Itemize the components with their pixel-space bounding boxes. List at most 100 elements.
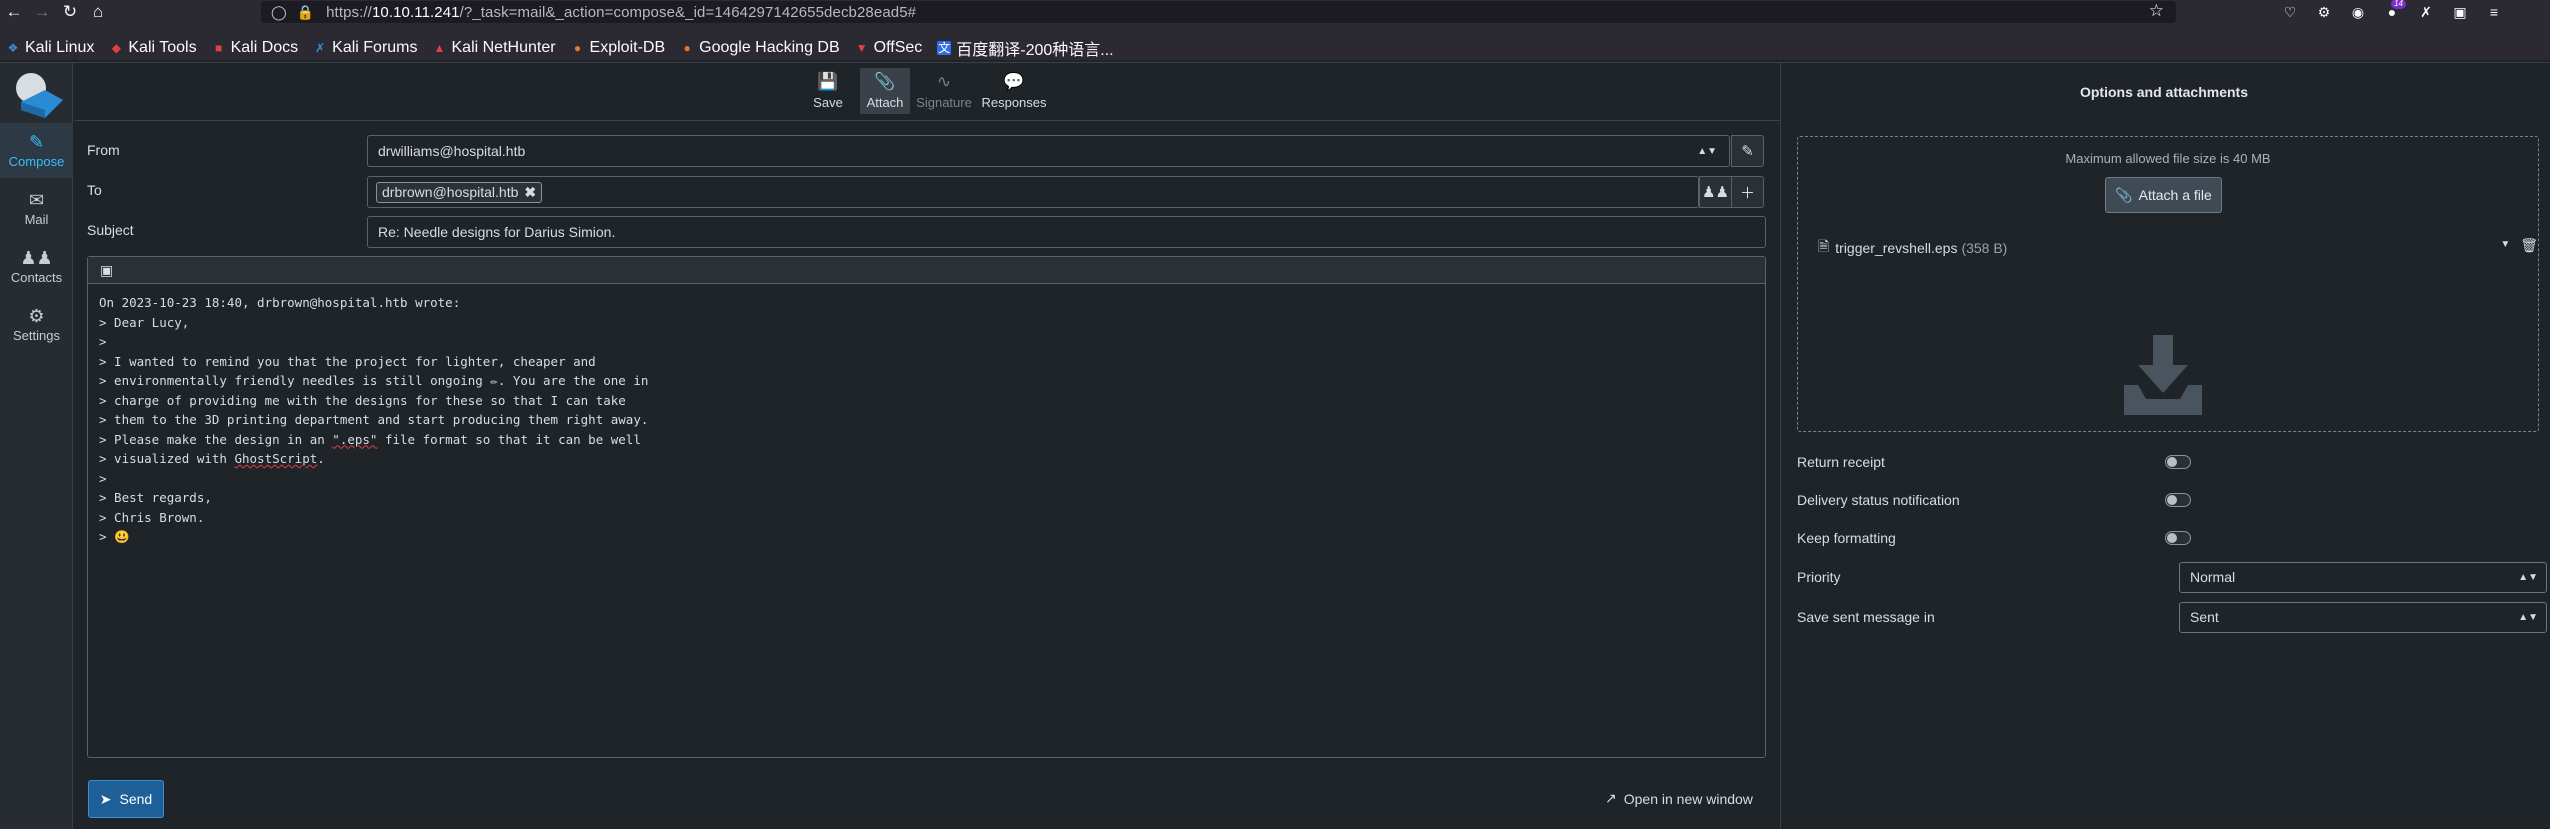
- edit-identity-button[interactable]: ✎: [1731, 135, 1764, 167]
- paperclip-icon: 📎: [2115, 186, 2133, 203]
- body-line: > visualized with GhostScript.: [99, 451, 325, 466]
- caret-down-icon[interactable]: ▼: [2500, 237, 2510, 254]
- bookmark-offsec[interactable]: ▼ OffSec: [855, 39, 923, 57]
- bookmark-kali-nethunter[interactable]: ▲ Kali NetHunter: [433, 39, 556, 57]
- body-line: > them to the 3D printing department and…: [99, 412, 649, 427]
- address-bar[interactable]: ◯ 🔒 https://10.10.11.241/?_task=mail&_ac…: [261, 1, 2176, 23]
- url-text[interactable]: https://10.10.11.241/?_task=mail&_action…: [326, 4, 916, 21]
- menu-icon[interactable]: ≡: [2484, 2, 2504, 22]
- attach-button[interactable]: 📎 Attach: [860, 68, 910, 114]
- save-button[interactable]: 💾 Save: [803, 68, 853, 114]
- forward-arrow-icon[interactable]: →: [28, 0, 56, 24]
- save-sent-select[interactable]: Sent ▲▼: [2179, 601, 2547, 633]
- container-icon[interactable]: ◉: [2348, 2, 2368, 22]
- bookmark-kali-forums[interactable]: ✗ Kali Forums: [313, 39, 417, 57]
- sidebar-item-label: Contacts: [10, 269, 63, 285]
- bookmark-exploit-db[interactable]: ● Exploit-DB: [571, 39, 665, 57]
- subject-input[interactable]: Re: Needle designs for Darius Simion.: [367, 216, 1766, 248]
- roundcube-logo: [16, 73, 63, 118]
- keep-formatting-row: Keep formatting: [1797, 523, 2539, 553]
- nethunter-icon: ▲: [433, 41, 446, 55]
- message-body[interactable]: On 2023-10-23 18:40, drbrown@hospital.ht…: [88, 284, 1765, 556]
- paper-plane-icon: ➤: [99, 790, 112, 807]
- responses-button[interactable]: 💬 Responses: [979, 68, 1049, 114]
- recipient-chip[interactable]: drbrown@hospital.htb ✖: [376, 181, 543, 203]
- add-header-button[interactable]: ＋: [1731, 176, 1764, 208]
- delivery-status-row: Delivery status notification: [1797, 485, 2539, 515]
- tools-icon[interactable]: ✗: [2416, 2, 2436, 22]
- extension-icon[interactable]: ⚙: [2314, 2, 2334, 22]
- bookmark-baidu-translate[interactable]: 文百度翻译-200种语言...: [937, 36, 1114, 60]
- pocket-icon[interactable]: ♡: [2280, 2, 2300, 22]
- select-arrows-icon: ▲▼: [1697, 145, 1717, 157]
- bookmark-google-hacking-db[interactable]: ● Google Hacking DB: [680, 39, 840, 57]
- kali-docs-icon: ■: [214, 41, 223, 55]
- body-line: > Dear Lucy,: [99, 314, 190, 330]
- pencil-icon: ✎: [1741, 143, 1754, 160]
- webmail-app: ✎ Compose ✉ Mail ♟♟ Contacts ⚙ Settings …: [0, 62, 2550, 829]
- shield-icon[interactable]: ◯: [271, 4, 287, 21]
- account-icon[interactable]: ● 14: [2382, 0, 2406, 22]
- image-icon[interactable]: ▣: [100, 262, 113, 279]
- options-panel: Options and attachments Maximum allowed …: [1780, 63, 2550, 829]
- file-icon: 🗎: [1818, 238, 1830, 254]
- users-icon: ♟♟: [20, 247, 53, 268]
- bookmark-kali-tools[interactable]: ◆ Kali Tools: [109, 39, 197, 57]
- attachment-item[interactable]: 🗎 trigger_revshell.eps (358 B) ▼ 🗑: [1818, 237, 2538, 259]
- body-line: > 😃: [99, 529, 130, 544]
- attach-file-button[interactable]: 📎 Attach a file: [2105, 177, 2222, 213]
- to-field[interactable]: drbrown@hospital.htb ✖: [367, 176, 1699, 208]
- attachment-size: (358 B): [1961, 240, 2008, 256]
- bookmark-kali-docs[interactable]: ■ Kali Docs: [212, 39, 298, 57]
- message-editor[interactable]: ▣ On 2023-10-23 18:40, drbrown@hospital.…: [87, 256, 1766, 758]
- attachment-name: trigger_revshell.eps: [1835, 240, 1958, 256]
- to-label: To: [87, 182, 102, 198]
- lock-icon[interactable]: 🔒: [297, 4, 314, 21]
- envelope-icon: ✉: [28, 189, 45, 210]
- open-in-new-window-link[interactable]: ↗ Open in new window: [1605, 790, 1753, 807]
- body-line: > Please make the design in an ".eps" fi…: [99, 431, 641, 447]
- bookmark-kali-linux[interactable]: ❖ Kali Linux: [6, 39, 95, 57]
- priority-row: Priority Normal ▲▼: [1797, 561, 2547, 593]
- select-arrows-icon: ▲▼: [2518, 571, 2538, 583]
- from-select[interactable]: drwilliams@hospital.htb ▲▼: [367, 135, 1730, 167]
- users-icon: ♟♟: [1702, 184, 1729, 201]
- body-line: >: [99, 334, 107, 349]
- return-receipt-toggle[interactable]: [2165, 455, 2191, 469]
- back-arrow-icon[interactable]: ←: [0, 0, 28, 24]
- return-receipt-row: Return receipt: [1797, 447, 2539, 477]
- bookmarks-bar: ❖ Kali Linux ◆ Kali Tools ■ Kali Docs ✗ Kali…: [0, 36, 2550, 60]
- from-label: From: [87, 142, 120, 158]
- reload-icon[interactable]: ↻: [56, 0, 84, 24]
- offsec-icon: ▼: [855, 41, 868, 55]
- delivery-status-toggle[interactable]: [2165, 493, 2191, 507]
- sidebar-item-settings[interactable]: ⚙ Settings: [0, 297, 73, 352]
- sidebar-item-mail[interactable]: ✉ Mail: [0, 181, 73, 236]
- keep-formatting-toggle[interactable]: [2165, 531, 2191, 545]
- options-title: Options and attachments: [2079, 84, 2249, 100]
- signature-icon: ∿: [936, 71, 952, 91]
- send-button[interactable]: ➤ Send: [88, 780, 164, 818]
- sidebar-item-label: Settings: [13, 327, 60, 343]
- speech-bubble-icon: 💬: [1003, 71, 1025, 91]
- body-line: > Best regards,: [99, 490, 212, 505]
- bookmark-star-icon[interactable]: ☆: [2149, 1, 2164, 21]
- sidebar-item-compose[interactable]: ✎ Compose: [0, 123, 73, 178]
- ghdb-icon: ●: [683, 41, 691, 55]
- editor-toolbar: ▣: [88, 257, 1765, 284]
- attachment-dropzone[interactable]: Maximum allowed file size is 40 MB 📎 Att…: [1797, 136, 2539, 432]
- sidebar-item-contacts[interactable]: ♟♟ Contacts: [0, 239, 73, 294]
- floppy-disk-icon: 💾: [817, 71, 839, 91]
- remove-recipient-icon[interactable]: ✖: [524, 184, 536, 201]
- signature-button[interactable]: ∿ Signature: [913, 68, 975, 114]
- trash-icon[interactable]: 🗑: [2520, 237, 2538, 254]
- body-line: > Chris Brown.: [99, 509, 205, 525]
- priority-select[interactable]: Normal ▲▼: [2179, 561, 2547, 593]
- save-sent-row: Save sent message in Sent ▲▼: [1797, 601, 2547, 633]
- toolbar-gap: [0, 24, 2550, 36]
- home-icon[interactable]: ⌂: [84, 0, 112, 24]
- body-line: > I wanted to remind you that the projec…: [99, 353, 596, 369]
- extensions-puzzle-icon[interactable]: ▣: [2450, 2, 2470, 22]
- browser-extensions: ♡ ⚙ ◉ ● 14 ✗ ▣ ≡: [2280, 0, 2504, 24]
- address-book-button[interactable]: ♟♟: [1699, 176, 1732, 208]
